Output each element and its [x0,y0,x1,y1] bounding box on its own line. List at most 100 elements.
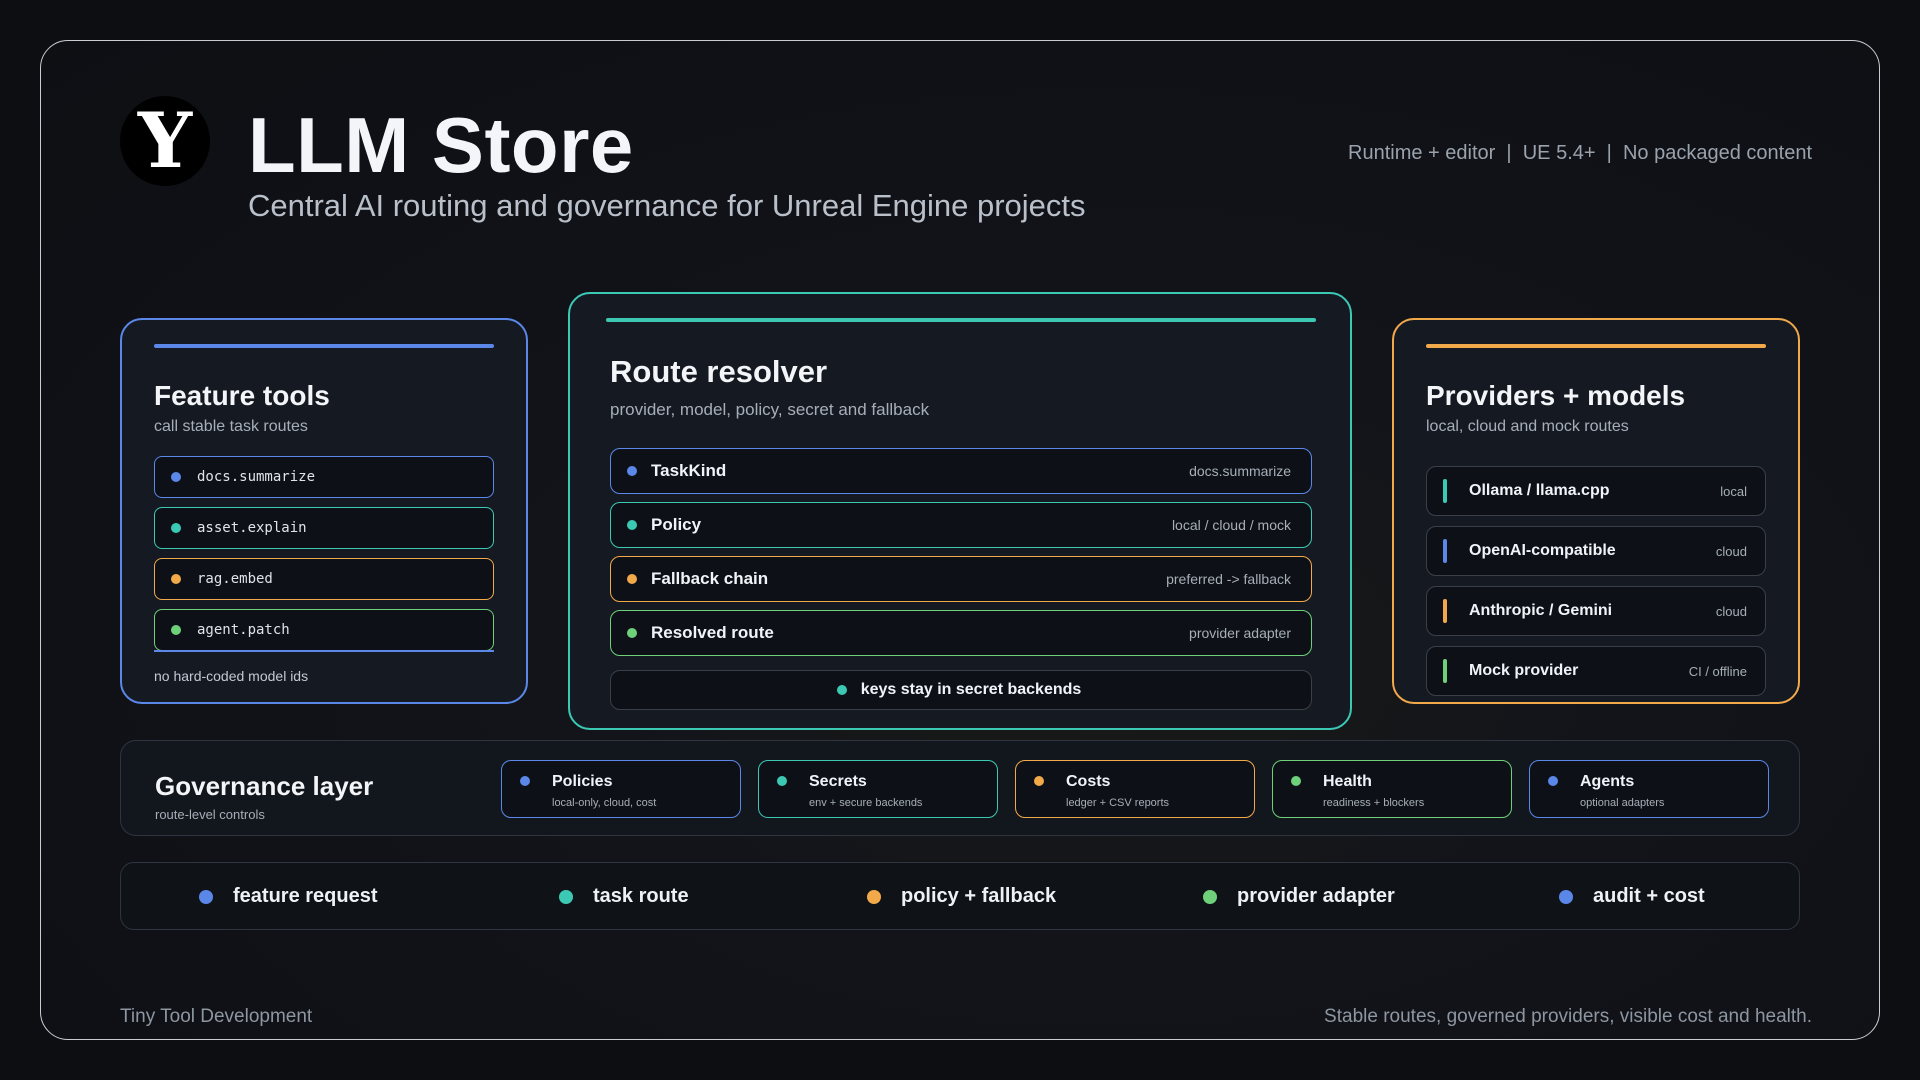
governance-subtitle: route-level controls [155,807,265,822]
card-accent-bar [1426,344,1766,348]
status-dot [1291,776,1301,786]
status-dot [171,472,181,482]
feature-tool-label: docs.summarize [197,469,316,485]
provider-item[interactable]: Ollama / llama.cpp local [1426,466,1766,516]
flow-step-label: audit + cost [1593,885,1705,907]
governance-item-label: Health [1323,773,1372,790]
provider-label: Mock provider [1469,662,1579,679]
flow-dot [867,889,881,904]
providers-card: Providers + models local, cloud and mock… [1392,318,1800,704]
governance-item-label: Secrets [809,773,867,790]
card-title: Feature tools [154,380,330,411]
route-row[interactable]: Policy local / cloud / mock [610,502,1312,548]
flow-dot [1203,889,1217,904]
status-dot [627,628,637,638]
provider-item[interactable]: OpenAI-compatible cloud [1426,526,1766,576]
provider-label: Ollama / llama.cpp [1469,482,1610,499]
feature-tool-label: asset.explain [197,520,307,536]
governance-item-detail: optional adapters [1580,797,1665,809]
page-title: LLM Store [248,101,634,189]
status-dot [1034,776,1044,786]
status-dot [836,685,847,695]
feature-tool-item[interactable]: docs.summarize [154,456,494,498]
governance-item-label: Policies [552,773,613,790]
route-row[interactable]: Resolved route provider adapter [610,610,1312,656]
status-dot [777,776,787,786]
governance-item[interactable]: Policies local-only, cloud, cost [501,760,741,818]
governance-item-detail: readiness + blockers [1323,797,1425,809]
provider-color-bar [1443,479,1447,503]
feature-tool-item[interactable]: asset.explain [154,507,494,549]
governance-item-detail: local-only, cloud, cost [552,797,657,809]
route-row[interactable]: Fallback chain preferred -> fallback [610,556,1312,602]
footer-tagline: Stable routes, governed providers, visib… [1324,1006,1812,1027]
provider-color-bar [1443,659,1447,683]
meta-info: Runtime + editor | UE 5.4+ | No packaged… [1348,142,1812,164]
feature-tools-card: Feature tools call stable task routes do… [120,318,528,704]
flow-step: policy + fallback [867,885,1056,908]
flow-dot [199,889,213,904]
governance-item[interactable]: Costs ledger + CSV reports [1015,760,1255,818]
status-dot [171,625,181,635]
governance-item-detail: env + secure backends [809,797,923,809]
provider-type: CI / offline [1688,663,1747,679]
governance-item-detail: ledger + CSV reports [1066,797,1170,809]
route-row-value: local / cloud / mock [1171,517,1291,533]
status-dot [520,776,530,786]
status-dot [171,523,181,533]
card-accent-bar [606,318,1316,322]
flow-step-label: feature request [233,885,378,907]
divider [154,650,494,652]
governance-item[interactable]: Secrets env + secure backends [758,760,998,818]
flow-step: audit + cost [1559,885,1705,908]
provider-color-bar [1443,539,1447,563]
governance-layer: Governance layer route-level controls Po… [120,740,1800,836]
provider-label: Anthropic / Gemini [1469,602,1613,619]
status-dot [1548,776,1558,786]
route-row[interactable]: TaskKind docs.summarize [610,448,1312,494]
provider-type: cloud [1715,603,1747,619]
provider-type: cloud [1715,543,1747,559]
status-dot [171,574,181,584]
card-title: Route resolver [610,354,828,389]
flow-step-label: policy + fallback [901,885,1057,907]
provider-color-bar [1443,599,1447,623]
flow-step: feature request [199,885,378,908]
card-note: no hard-coded model ids [154,668,309,684]
route-row-value: preferred -> fallback [1166,571,1291,587]
governance-title: Governance layer [155,771,374,801]
flow-step: task route [559,885,689,908]
flow-step: provider adapter [1203,885,1395,908]
flow-step-label: provider adapter [1237,885,1395,907]
card-subtitle: call stable task routes [154,418,308,435]
route-row-label: Policy [651,515,702,534]
feature-tool-label: rag.embed [197,571,273,587]
provider-item[interactable]: Anthropic / Gemini cloud [1426,586,1766,636]
status-dot [627,520,637,530]
logo: Y [120,96,210,186]
governance-item[interactable]: Health readiness + blockers [1272,760,1512,818]
provider-item[interactable]: Mock provider CI / offline [1426,646,1766,696]
card-title: Providers + models [1426,380,1686,411]
route-resolver-card: Route resolver provider, model, policy, … [568,292,1352,730]
flow-strip: feature request task route policy + fallba… [120,862,1800,930]
route-row-label: TaskKind [651,461,727,480]
card-accent-bar [154,344,494,348]
route-row-value: docs.summarize [1189,463,1291,479]
feature-tool-item[interactable]: agent.patch [154,609,494,651]
provider-label: OpenAI-compatible [1469,542,1616,559]
flow-dot [1559,889,1573,904]
status-dot [627,466,637,476]
page-subtitle: Central AI routing and governance for Un… [248,188,1086,223]
card-subtitle: local, cloud and mock routes [1426,418,1629,435]
footer-brand: Tiny Tool Development [120,1006,313,1027]
flow-step-label: task route [593,885,689,907]
status-dot [627,574,637,584]
feature-tool-item[interactable]: rag.embed [154,558,494,600]
governance-item[interactable]: Agents optional adapters [1529,760,1769,818]
note-label: keys stay in secret backends [860,681,1082,698]
route-row-value: provider adapter [1189,625,1291,641]
secret-backend-note: keys stay in secret backends [610,670,1312,710]
card-subtitle: provider, model, policy, secret and fall… [610,400,930,419]
route-row-label: Fallback chain [651,569,769,588]
